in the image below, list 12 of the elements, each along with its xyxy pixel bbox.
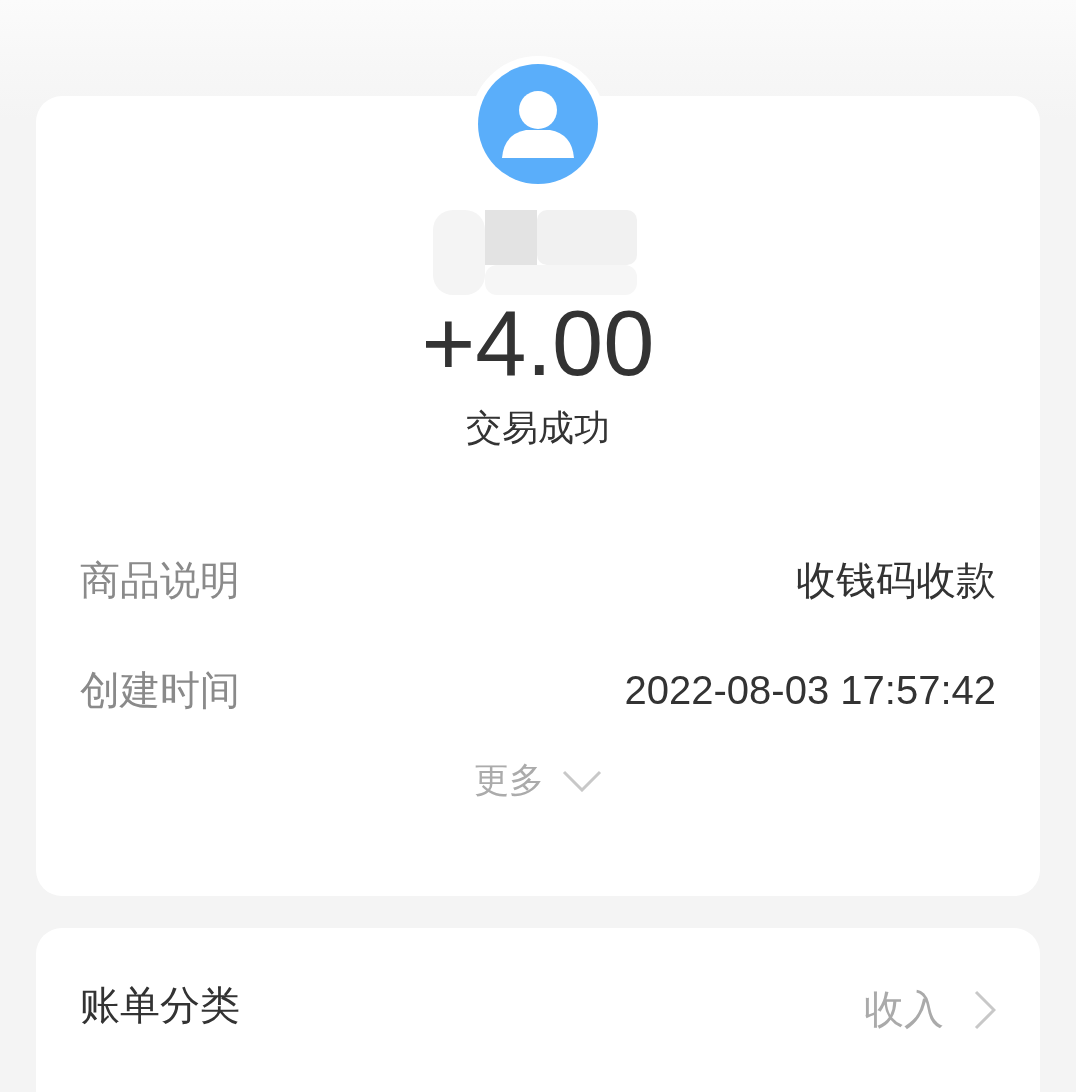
more-button[interactable]: 更多: [474, 757, 602, 804]
status-text: 交易成功: [466, 406, 610, 450]
category-label: 账单分类: [80, 981, 240, 1030]
avatar-icon: [478, 64, 598, 184]
detail-value: 2022-08-03 17:57:42: [624, 667, 996, 714]
detail-label: 创建时间: [80, 666, 240, 715]
detail-label: 商品说明: [80, 556, 240, 605]
category-button[interactable]: 收入: [864, 982, 996, 1037]
detail-value: 收钱码收款: [796, 557, 996, 604]
chevron-down-icon: [562, 769, 602, 792]
chevron-right-icon: [974, 989, 996, 1030]
amount-text: +4.00: [421, 293, 655, 393]
